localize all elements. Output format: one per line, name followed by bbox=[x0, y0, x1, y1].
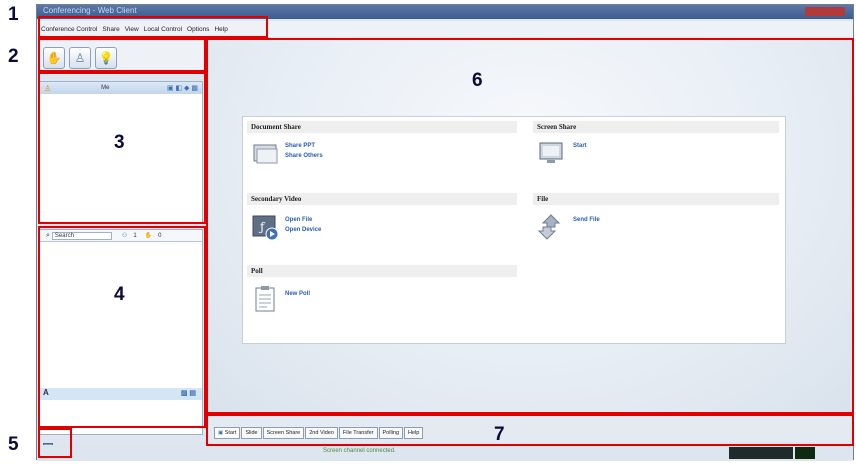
status-bar: Screen channel connected. bbox=[37, 445, 853, 461]
annotation-number-2: 2 bbox=[8, 46, 19, 67]
annotation-box-2 bbox=[38, 38, 206, 72]
annotation-number-4: 4 bbox=[114, 284, 125, 305]
window-controls[interactable] bbox=[805, 7, 845, 16]
signal-meter bbox=[795, 447, 815, 459]
annotation-box-4 bbox=[38, 226, 206, 428]
audio-meter bbox=[729, 447, 793, 459]
annotation-number-5: 5 bbox=[8, 434, 19, 455]
annotation-box-1 bbox=[38, 16, 268, 38]
annotation-box-7 bbox=[206, 414, 854, 446]
annotation-number-1: 1 bbox=[8, 4, 19, 25]
annotation-number-3: 3 bbox=[114, 132, 125, 153]
annotation-number-7: 7 bbox=[494, 424, 505, 445]
annotation-number-6: 6 bbox=[472, 70, 483, 91]
annotation-box-6 bbox=[206, 38, 854, 414]
window-title: Conferencing - Web Client bbox=[43, 6, 137, 15]
annotation-box-5 bbox=[38, 428, 72, 458]
status-message: Screen channel connected. bbox=[323, 448, 396, 454]
